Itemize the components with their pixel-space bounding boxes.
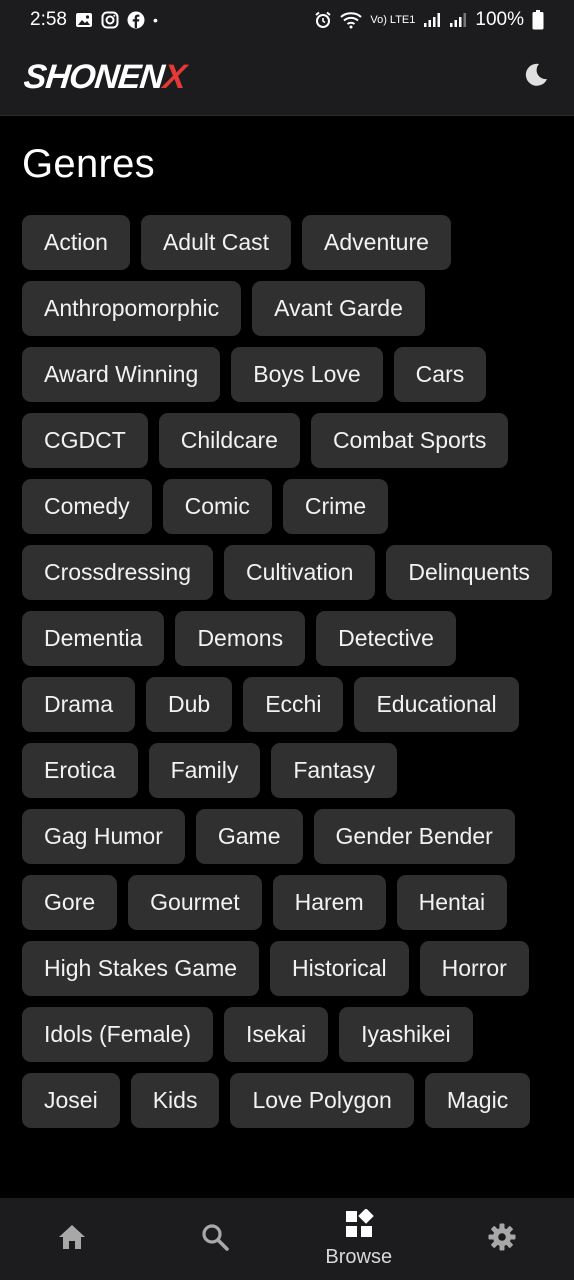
- genre-chip[interactable]: Action: [22, 215, 130, 270]
- nav-settings[interactable]: [442, 1198, 562, 1280]
- page-title: Genres: [22, 142, 155, 186]
- genre-chip[interactable]: Family: [148, 743, 261, 798]
- wifi-icon: [340, 11, 363, 29]
- nav-home[interactable]: [12, 1198, 132, 1280]
- genre-chip[interactable]: Combat Sports: [310, 413, 509, 468]
- genre-chip[interactable]: Josei: [22, 1073, 120, 1128]
- theme-toggle-button[interactable]: [518, 60, 554, 96]
- genre-chip[interactable]: Drama: [22, 677, 136, 732]
- genre-chip[interactable]: Detective: [316, 611, 456, 666]
- genre-chip[interactable]: Gag Humor: [22, 809, 185, 864]
- genre-chip[interactable]: Horror: [419, 941, 529, 996]
- genre-chip[interactable]: Gender Bender: [313, 809, 515, 864]
- genre-chip[interactable]: Educational: [354, 677, 519, 732]
- notification-dot-icon: •: [152, 12, 158, 28]
- genre-chip[interactable]: Demons: [175, 611, 306, 666]
- app-header: SHONEN X: [0, 40, 574, 116]
- genre-chip[interactable]: CGDCT: [22, 413, 148, 468]
- genre-chip[interactable]: Idols (Female): [22, 1007, 213, 1062]
- genre-chip[interactable]: Kids: [130, 1073, 220, 1128]
- genre-chip[interactable]: Gore: [22, 875, 118, 930]
- genre-chip-list: Action Adult Cast Adventure Anthropomorphic…: [22, 215, 552, 1128]
- alarm-icon: [314, 11, 332, 29]
- genre-chip[interactable]: Harem: [272, 875, 386, 930]
- genre-chip[interactable]: Anthropomorphic: [22, 281, 242, 336]
- genre-chip[interactable]: Dementia: [22, 611, 165, 666]
- genre-chip[interactable]: Comedy: [22, 479, 152, 534]
- home-icon: [57, 1223, 87, 1256]
- genre-chip[interactable]: Cultivation: [224, 545, 376, 600]
- search-icon: [200, 1222, 230, 1257]
- genre-chip[interactable]: Gourmet: [128, 875, 262, 930]
- genre-chip[interactable]: Delinquents: [386, 545, 552, 600]
- browse-icon: [344, 1208, 374, 1244]
- genres-page: Genres Action Adult Cast Adventure Anthropo…: [0, 116, 574, 1176]
- genre-chip[interactable]: Crossdressing: [22, 545, 213, 600]
- status-left: 2:58 •: [30, 9, 158, 31]
- signal-strength-2-icon: [449, 12, 467, 28]
- lte-label: Vo) LTE1: [370, 13, 416, 26]
- genre-chip[interactable]: Fantasy: [271, 743, 398, 798]
- nav-search[interactable]: [155, 1198, 275, 1280]
- genre-chip[interactable]: High Stakes Game: [22, 941, 260, 996]
- battery-percent: 100%: [475, 9, 524, 30]
- gear-icon: [487, 1222, 517, 1257]
- genre-chip[interactable]: Isekai: [223, 1007, 329, 1062]
- signal-strength-icon: [423, 12, 441, 28]
- genre-chip[interactable]: Magic: [424, 1073, 531, 1128]
- genre-chip[interactable]: Hentai: [396, 875, 508, 930]
- genre-chip[interactable]: Avant Garde: [252, 281, 425, 336]
- genre-chip[interactable]: Childcare: [158, 413, 300, 468]
- gallery-icon: [75, 11, 93, 29]
- genre-chip[interactable]: Game: [195, 809, 303, 864]
- genre-chip[interactable]: Dub: [146, 677, 233, 732]
- genre-chip[interactable]: Historical: [270, 941, 409, 996]
- app-logo[interactable]: SHONEN X: [22, 58, 187, 97]
- battery-icon: [532, 10, 544, 30]
- genre-chip[interactable]: Ecchi: [243, 677, 344, 732]
- logo-main-text: SHONEN: [22, 58, 166, 96]
- genre-chip[interactable]: Crime: [282, 479, 389, 534]
- nav-browse[interactable]: Browse: [299, 1198, 419, 1280]
- status-right: Vo) LTE1 100%: [314, 9, 544, 31]
- genre-chip[interactable]: Adult Cast: [140, 215, 292, 270]
- genre-chip[interactable]: Iyashikei: [339, 1007, 473, 1062]
- genre-chip[interactable]: Adventure: [302, 215, 451, 270]
- genre-chip[interactable]: Boys Love: [231, 347, 383, 402]
- nav-browse-label: Browse: [325, 1246, 393, 1268]
- genre-chip[interactable]: Comic: [162, 479, 272, 534]
- genre-chip[interactable]: Erotica: [22, 743, 138, 798]
- moon-icon: [522, 61, 550, 94]
- logo-accent-text: X: [161, 58, 188, 96]
- genre-chip[interactable]: Love Polygon: [230, 1073, 414, 1128]
- status-bar: 2:58 • Vo) LTE1 100%: [0, 0, 574, 40]
- bottom-nav: Browse: [0, 1198, 574, 1280]
- facebook-icon: [127, 11, 145, 29]
- genre-chip[interactable]: Cars: [393, 347, 487, 402]
- instagram-icon: [101, 11, 119, 29]
- genre-chip[interactable]: Award Winning: [22, 347, 221, 402]
- status-time: 2:58: [30, 9, 67, 30]
